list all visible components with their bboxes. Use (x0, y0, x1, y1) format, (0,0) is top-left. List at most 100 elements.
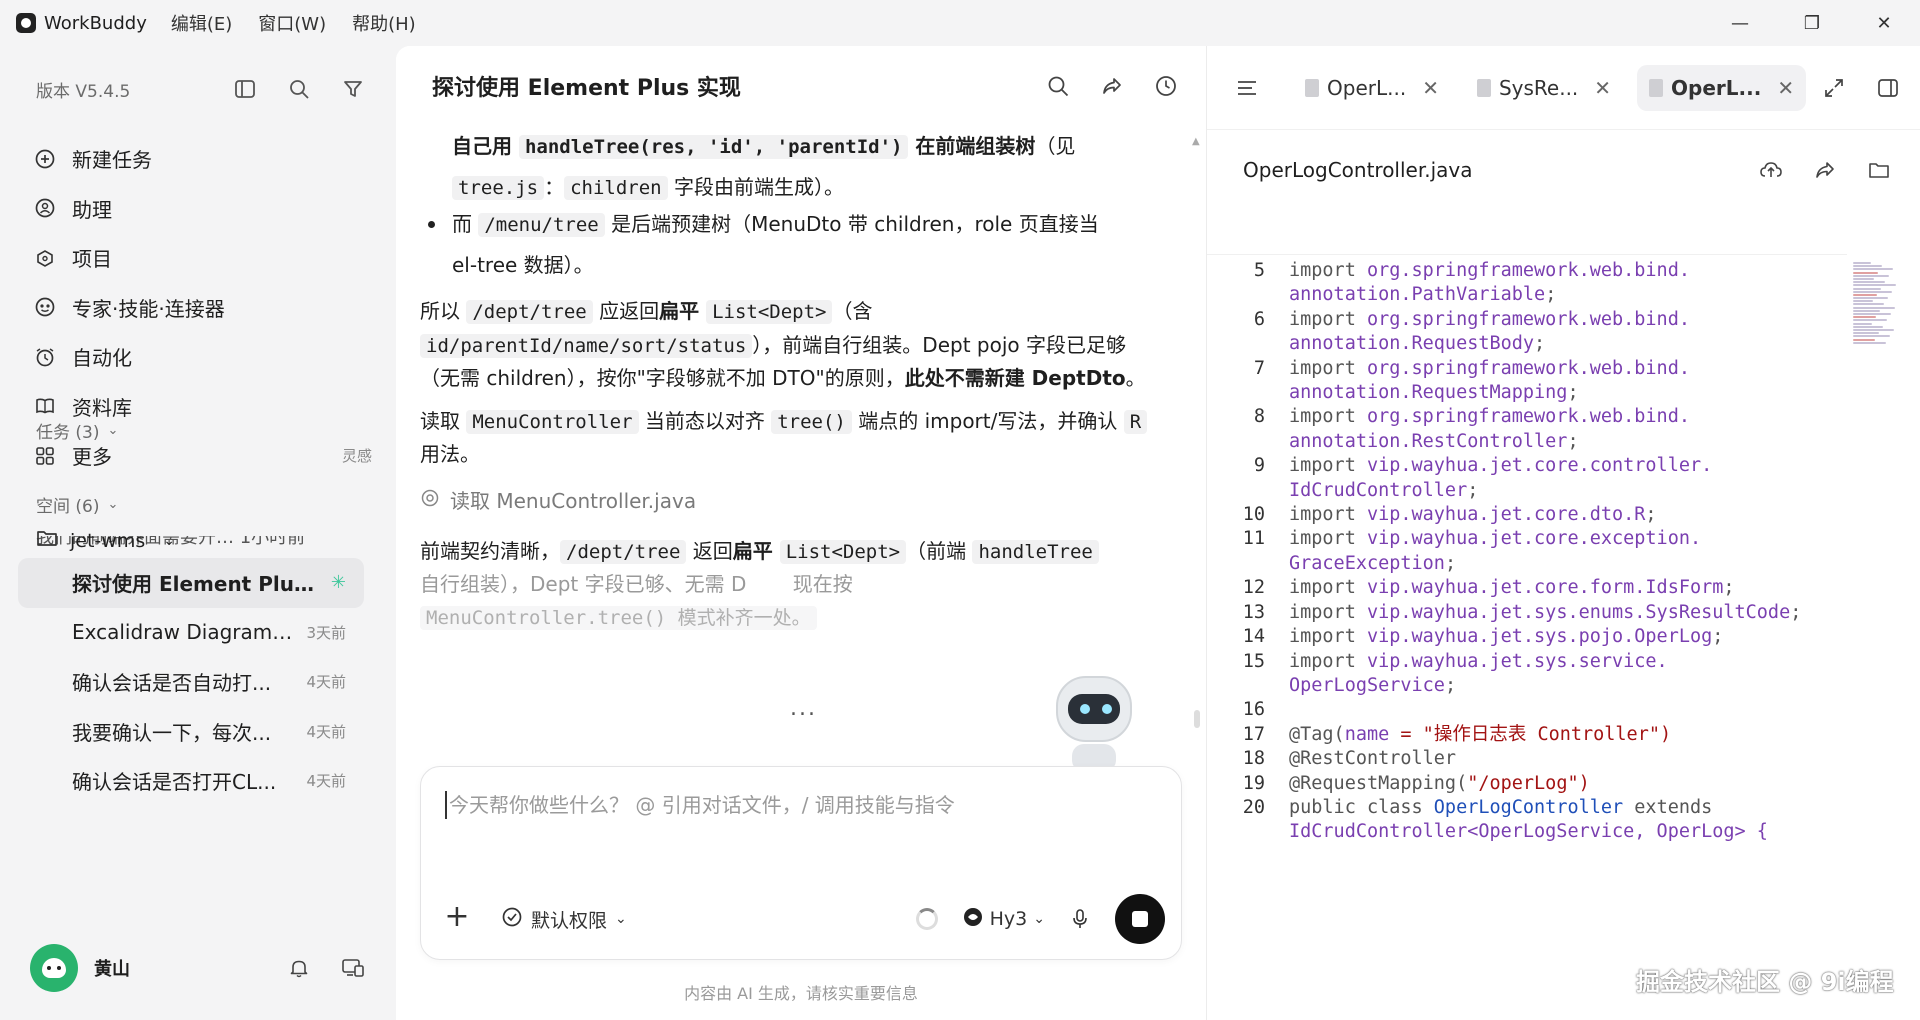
minimap-line (1853, 268, 1893, 271)
session-item[interactable]: Excalidraw Diagram ... 3天前 (18, 608, 364, 658)
editor-tab-active[interactable]: OperL... ✕ (1637, 64, 1807, 111)
watermark: 掘金技术社区 @ 9i编程 (1636, 968, 1894, 996)
line-number (1207, 332, 1265, 356)
code-text: public class OperLogController extends (1289, 796, 1713, 818)
line-number (1207, 283, 1265, 307)
line-number: 16 (1242, 699, 1265, 721)
code-text: annotation.PathVariable; (1289, 284, 1557, 306)
menu-window[interactable]: 窗口(W) (258, 10, 326, 36)
microphone-icon[interactable] (1067, 906, 1093, 932)
menu-help[interactable]: 帮助(H) (352, 10, 416, 36)
session-item[interactable]: 我要确认一下，每次... 4天前 (18, 707, 364, 757)
editor-tab[interactable]: OperL... ✕ (1293, 65, 1451, 111)
nav-experts[interactable]: 专家·技能·连接器 (32, 283, 372, 333)
nav-new-task[interactable]: 新建任务 (32, 134, 372, 184)
code-text: import org.springframework.web.bind. (1289, 308, 1690, 330)
close-tab-icon[interactable]: ✕ (1422, 76, 1439, 100)
code-line: 14 import vip.wayhua.jet.sys.pojo.OperLog… (1207, 625, 1847, 649)
minimap-line (1853, 290, 1892, 293)
scroll-up-arrow-icon[interactable]: ▲ (1192, 136, 1200, 147)
loading-spinner-icon (915, 908, 938, 930)
spaces-header: 空间 (6) (36, 497, 100, 517)
line-number: 11 (1242, 528, 1265, 550)
bell-icon[interactable] (286, 955, 312, 981)
minimize-button[interactable]: — (1704, 0, 1776, 46)
session-item[interactable]: 确认会话是否自动打... 4天前 (18, 657, 364, 707)
minimap-line (1853, 284, 1896, 287)
code-line: 13 import vip.wayhua.jet.sys.enums.SysRes… (1207, 601, 1847, 625)
session-item-active[interactable]: 探讨使用 Element Plus... ✳ (18, 558, 364, 608)
plus-circle-icon (32, 146, 58, 172)
toggle-sidebar-icon[interactable] (232, 76, 258, 102)
nav-label: 新建任务 (72, 148, 152, 173)
session-time: 4天前 (306, 772, 346, 791)
close-window-button[interactable]: ✕ (1848, 0, 1920, 46)
stop-generation-button[interactable] (1115, 894, 1165, 944)
stop-icon (1132, 911, 1148, 927)
tasks-section-toggle[interactable]: 任务 (3) ⌄ (36, 418, 118, 443)
inspiration-link[interactable]: 灵感 (342, 445, 372, 466)
line-number: 19 (1242, 772, 1265, 794)
avatar[interactable] (30, 944, 78, 992)
loading-spinner-icon: ✳ (330, 572, 346, 594)
model-selector[interactable]: Hy3 ⌄ (962, 906, 1045, 933)
chevron-down-icon: ⌄ (163, 532, 175, 549)
inline-code: List<Dept> (779, 539, 907, 564)
menu-edit[interactable]: 编辑(E) (171, 10, 232, 36)
panel-toggle-icon[interactable] (1874, 74, 1902, 102)
share-icon[interactable] (1811, 156, 1839, 184)
permission-dropdown[interactable]: 默认权限 ⌄ (501, 906, 627, 933)
text: 当前态以对齐 (638, 408, 772, 433)
text: 自己用 (452, 134, 519, 158)
menu-icon[interactable] (1235, 74, 1259, 102)
search-icon[interactable] (1044, 72, 1072, 100)
inline-code: id/parentId/name/sort/status (420, 333, 753, 358)
text: 所以 (420, 299, 467, 323)
history-icon[interactable] (1152, 72, 1180, 100)
restore-button[interactable]: ❐ (1776, 0, 1848, 46)
inline-code: children (564, 176, 668, 200)
expand-icon[interactable] (1820, 74, 1848, 102)
code-editor[interactable]: 5 import org.springframework.web.bind. ann… (1207, 254, 1847, 994)
devices-icon[interactable] (340, 955, 366, 981)
minimap-line (1853, 322, 1872, 325)
search-icon[interactable] (286, 76, 312, 102)
nav-automation[interactable]: 自动化 (32, 332, 372, 382)
inline-code: tree.js (452, 176, 545, 200)
code-text: IdCrudController; (1289, 479, 1479, 501)
code-line: IdCrudController<OperLogService, OperLog… (1207, 820, 1847, 844)
session-item[interactable]: 确认会话是否打开CL... 4天前 (18, 756, 364, 806)
nav-assistant[interactable]: 助理 (32, 184, 372, 234)
spaces-section-toggle[interactable]: 空间 (6) ⌄ (36, 492, 118, 517)
line-number: 12 (1242, 577, 1265, 599)
user-name: 黄山 (94, 959, 130, 980)
editor-panel: OperL... ✕ SysRe... ✕ OperL... ✕ OperLog… (1206, 46, 1920, 1020)
filter-icon[interactable] (340, 76, 366, 102)
add-attachment-button[interactable]: + (439, 901, 475, 937)
close-tab-icon[interactable]: ✕ (1594, 76, 1611, 100)
editor-tab[interactable]: SysRe... ✕ (1465, 65, 1623, 111)
session-time: 4天前 (306, 673, 346, 692)
text: 。 (1125, 366, 1146, 390)
share-icon[interactable] (1098, 72, 1126, 100)
upload-icon[interactable] (1757, 156, 1785, 184)
code-line: annotation.RestController; (1207, 430, 1847, 454)
line-number: 7 (1253, 357, 1265, 379)
chat-input[interactable]: 今天帮你做些什么？ @ 引用对话文件，/ 调用技能与指令 (445, 791, 1145, 819)
code-text: import vip.wayhua.jet.sys.service. (1289, 650, 1668, 672)
text: 自行组装），Dept 字段已够、无需 D (420, 572, 747, 596)
chevron-down-icon: ⌄ (107, 497, 119, 512)
line-number: 20 (1242, 796, 1265, 818)
minimap-line (1853, 262, 1871, 264)
minimap-line (1853, 274, 1889, 277)
project-name: jet-wms (70, 529, 146, 552)
close-tab-icon[interactable]: ✕ (1777, 76, 1794, 100)
code-minimap[interactable] (1853, 262, 1899, 358)
code-text: annotation.RequestBody; (1289, 333, 1546, 355)
project-folder-row[interactable]: jet-wms ⌄ (36, 528, 175, 553)
tool-call-row[interactable]: 读取 MenuController.java (420, 481, 1160, 521)
scrollbar-thumb[interactable] (1194, 710, 1200, 728)
nav-label: 自动化 (72, 346, 132, 371)
nav-project[interactable]: 项目 (32, 233, 372, 283)
folder-icon[interactable] (1865, 156, 1893, 184)
